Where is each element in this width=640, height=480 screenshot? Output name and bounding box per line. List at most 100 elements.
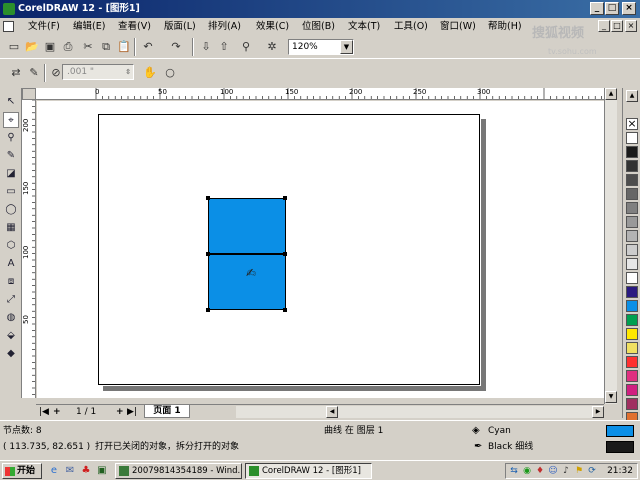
menu-edit[interactable]: 编辑(E) <box>73 20 105 33</box>
eyedropper-tool-icon[interactable]: ⤢ <box>3 292 19 308</box>
update-icon[interactable]: ⟳ <box>587 466 597 476</box>
corel-online-icon[interactable]: ✲ <box>264 39 280 55</box>
palette-swatch[interactable] <box>626 258 638 270</box>
menu-layout[interactable]: 版面(L) <box>164 20 196 33</box>
open-icon[interactable]: 📂 <box>24 39 40 55</box>
show-desktop-icon[interactable]: ▣ <box>96 465 108 477</box>
no-color-swatch[interactable]: × <box>626 118 638 130</box>
basic-shapes-tool-icon[interactable]: ⬡ <box>3 238 19 254</box>
vertical-ruler[interactable]: 200 150 100 50 <box>22 100 36 398</box>
scroll-right-button[interactable]: ▶ <box>592 406 604 418</box>
doc-restore-button[interactable]: □ <box>611 20 623 32</box>
scroll-up-button[interactable]: ▲ <box>605 88 617 100</box>
interactive-fill-tool-icon[interactable]: ◆ <box>3 346 19 362</box>
menu-help[interactable]: 帮助(H) <box>488 20 522 33</box>
new-document-icon[interactable]: ▭ <box>6 39 22 55</box>
palette-swatch[interactable] <box>626 286 638 298</box>
chevron-down-icon[interactable]: ▼ <box>340 40 353 54</box>
mail-icon[interactable]: ✉ <box>64 465 76 477</box>
break-apart-icon[interactable]: ✎ <box>26 65 42 81</box>
rectangle-tool-icon[interactable]: ▭ <box>3 184 19 200</box>
spinner-icon[interactable]: ⇳ <box>125 65 131 79</box>
doc-close-button[interactable]: × <box>625 20 637 32</box>
ellipse-tool-icon[interactable]: ◯ <box>3 202 19 218</box>
smart-fill-tool-icon[interactable]: ◪ <box>3 166 19 182</box>
fill-color-swatch[interactable] <box>606 425 634 437</box>
palette-swatch[interactable] <box>626 188 638 200</box>
pick-tool-icon[interactable]: ↖ <box>3 94 19 110</box>
paste-icon[interactable]: 📋 <box>116 39 132 55</box>
import-icon[interactable]: ⇩ <box>198 39 214 55</box>
last-page-button[interactable]: ▶| <box>127 406 137 418</box>
menu-window[interactable]: 窗口(W) <box>440 20 476 33</box>
menu-view[interactable]: 查看(V) <box>118 20 151 33</box>
menu-effects[interactable]: 效果(C) <box>256 20 289 33</box>
qq-icon[interactable]: ♣ <box>80 465 92 477</box>
minimize-button[interactable]: _ <box>590 2 604 15</box>
palette-swatch[interactable] <box>626 132 638 144</box>
zoom-level-select[interactable]: 120% ▼ <box>288 39 354 55</box>
palette-swatch[interactable] <box>626 160 638 172</box>
palette-swatch[interactable] <box>626 370 638 382</box>
palette-swatch[interactable] <box>626 398 638 410</box>
messenger-icon[interactable]: ☺ <box>548 466 558 476</box>
palette-swatch[interactable] <box>626 342 638 354</box>
task-coreldraw[interactable]: CorelDRAW 12 - [图形1] <box>245 463 372 479</box>
polygon-tool-icon[interactable]: ▦ <box>3 220 19 236</box>
palette-swatch[interactable] <box>626 146 638 158</box>
curve-node[interactable] <box>283 252 287 256</box>
nudge-distance-field[interactable]: .001 " ⇳ <box>62 64 134 80</box>
palette-swatch[interactable] <box>626 216 638 228</box>
drawing-page[interactable] <box>98 114 480 385</box>
save-icon[interactable]: ▣ <box>42 39 58 55</box>
vertical-scrollbar[interactable]: ▲ ▼ <box>604 88 617 404</box>
horizontal-scrollbar[interactable]: ◀ ▶ <box>236 406 604 418</box>
start-button[interactable]: 开始 <box>2 463 42 479</box>
palette-swatch[interactable] <box>626 272 638 284</box>
copy-icon[interactable]: ⧉ <box>98 39 114 55</box>
interactive-blend-tool-icon[interactable]: ⧈ <box>3 274 19 290</box>
scroll-left-button[interactable]: ◀ <box>326 406 338 418</box>
fill-tool-icon[interactable]: ⬙ <box>3 328 19 344</box>
circle-option-icon[interactable]: ○ <box>162 65 178 81</box>
add-page-after-button[interactable]: + <box>116 406 124 418</box>
document-icon[interactable] <box>3 21 14 32</box>
maximize-button[interactable]: □ <box>605 2 619 15</box>
print-icon[interactable]: ⎙ <box>60 39 76 55</box>
cyan-rectangle-bottom[interactable] <box>208 254 286 310</box>
palette-swatch[interactable] <box>626 230 638 242</box>
security-icon[interactable]: ◉ <box>522 466 532 476</box>
redo-icon[interactable]: ↷ <box>168 39 184 55</box>
palette-swatch[interactable] <box>626 384 638 396</box>
curve-node[interactable] <box>283 308 287 312</box>
first-page-button[interactable]: |◀ <box>39 406 49 418</box>
volume-icon[interactable]: ♪ <box>561 466 571 476</box>
doc-minimize-button[interactable]: _ <box>598 20 610 32</box>
add-page-before-button[interactable]: + <box>53 406 61 418</box>
palette-swatch[interactable] <box>626 202 638 214</box>
palette-swatch[interactable] <box>626 174 638 186</box>
ruler-origin[interactable] <box>22 88 36 100</box>
antivirus-icon[interactable]: ♦ <box>535 466 545 476</box>
freehand-tool-icon[interactable]: ✎ <box>3 148 19 164</box>
network-icon[interactable]: ⇆ <box>509 466 519 476</box>
menu-file[interactable]: 文件(F) <box>28 20 60 33</box>
node-align-icon[interactable]: ✋ <box>142 65 158 81</box>
curve-node[interactable] <box>206 308 210 312</box>
menu-bitmaps[interactable]: 位图(B) <box>302 20 335 33</box>
outline-color-swatch[interactable] <box>606 441 634 453</box>
menu-arrange[interactable]: 排列(A) <box>208 20 241 33</box>
ie-icon[interactable]: e <box>48 465 60 477</box>
convert-to-curve-icon[interactable]: ⇄ <box>8 65 24 81</box>
menu-tools[interactable]: 工具(O) <box>394 20 428 33</box>
curve-node[interactable] <box>206 196 210 200</box>
text-tool-icon[interactable]: A <box>3 256 19 272</box>
task-window-explorer[interactable]: 20079814354189 - Wind... <box>115 463 242 479</box>
zoom-tool-icon[interactable]: ⚲ <box>3 130 19 146</box>
curve-node[interactable] <box>283 196 287 200</box>
menu-text[interactable]: 文本(T) <box>348 20 380 33</box>
undo-icon[interactable]: ↶ <box>140 39 156 55</box>
scroll-down-button[interactable]: ▼ <box>605 391 617 403</box>
palette-swatch[interactable] <box>626 314 638 326</box>
palette-swatch[interactable] <box>626 328 638 340</box>
